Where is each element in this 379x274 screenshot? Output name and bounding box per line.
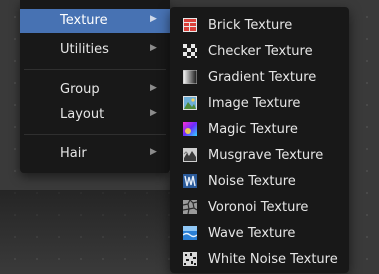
submenu-arrow-icon: ▶ [150,43,157,53]
magic-texture-icon [183,122,197,136]
menu-item-label: Image Texture [208,96,301,111]
menu-item-group[interactable]: Group ▶ [20,78,170,102]
menu-item-label: Wave Texture [208,226,296,241]
menu-item-label: Magic Texture [208,122,298,137]
white-noise-texture-item[interactable]: White Noise Texture [170,248,349,274]
menu-item-label: White Noise Texture [208,252,338,267]
texture-submenu: Brick Texture Checker Texture Gradient T… [170,7,349,273]
menu-separator [24,134,166,135]
submenu-arrow-icon: ▶ [150,83,157,93]
menu-item-layout[interactable]: Layout ▶ [20,103,170,127]
voronoi-texture-item[interactable]: Voronoi Texture [170,196,349,222]
menu-item-label: Gradient Texture [208,70,317,85]
musgrave-texture-icon [183,148,197,162]
musgrave-texture-item[interactable]: Musgrave Texture [170,144,349,170]
wave-texture-icon [183,226,197,240]
menu-item-label: Utilities [60,42,109,57]
menu-shadow [0,190,170,273]
image-texture-item[interactable]: Image Texture [170,92,349,118]
menu-item-hair[interactable]: Hair ▶ [20,142,170,166]
menu-item-label: Voronoi Texture [208,200,309,215]
submenu-arrow-icon: ▶ [150,14,157,24]
gradient-texture-icon [183,70,197,84]
brick-texture-icon [183,18,197,32]
menu-item-label: Noise Texture [208,174,296,189]
menu-item-label: Hair [60,146,87,161]
menu-item-utilities[interactable]: Utilities ▶ [20,38,170,62]
noise-texture-icon [183,174,197,188]
menu-item-label: Checker Texture [208,44,313,59]
voronoi-texture-icon [183,200,197,214]
menu-item-label: Texture [60,13,108,28]
submenu-arrow-icon: ▶ [150,108,157,118]
menu-item-label: Musgrave Texture [208,148,324,163]
menu-item-label: Group [60,82,100,97]
brick-texture-item[interactable]: Brick Texture [170,14,349,40]
menu-item-label: Layout [60,107,105,122]
magic-texture-item[interactable]: Magic Texture [170,118,349,144]
white-noise-texture-icon [183,252,197,266]
wave-texture-item[interactable]: Wave Texture [170,222,349,248]
menu-item-texture[interactable]: Texture ▶ [20,9,170,33]
add-menu: Texture ▶ Utilities ▶ Group ▶ Layout ▶ H… [20,0,170,173]
gradient-texture-item[interactable]: Gradient Texture [170,66,349,92]
noise-texture-item[interactable]: Noise Texture [170,170,349,196]
checker-texture-icon [183,44,197,58]
menu-separator [24,69,166,70]
image-texture-icon [183,96,197,110]
submenu-arrow-icon: ▶ [150,147,157,157]
menu-item-label: Brick Texture [208,18,293,33]
checker-texture-item[interactable]: Checker Texture [170,40,349,66]
